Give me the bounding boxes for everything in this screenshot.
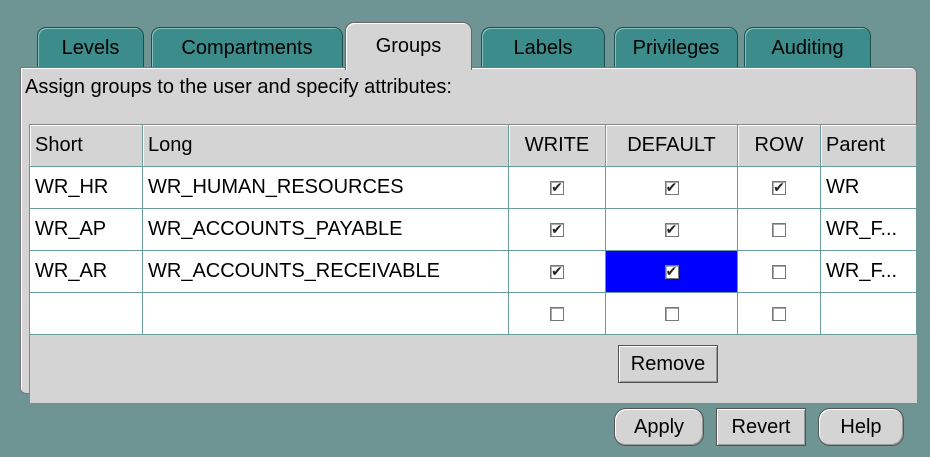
checkmark-icon: ✔ [665, 179, 678, 196]
column-header-short[interactable]: Short [30, 125, 143, 167]
table-row[interactable] [30, 293, 917, 335]
checkmark-icon: ✔ [665, 221, 678, 238]
help-button[interactable]: Help [818, 408, 904, 446]
default-checkbox[interactable] [664, 306, 679, 321]
cell-long[interactable]: WR_ACCOUNTS_PAYABLE [143, 209, 509, 251]
column-header-parent[interactable]: Parent [821, 125, 917, 167]
table-row[interactable]: WR_AP WR_ACCOUNTS_PAYABLE ✔ ✔ WR_F... [30, 209, 917, 251]
checkmark-icon: ✔ [551, 179, 563, 196]
write-checkbox[interactable]: ✔ [550, 221, 564, 238]
tab-compartments-label: Compartments [181, 36, 313, 59]
cell-long[interactable] [143, 293, 509, 335]
cell-write [509, 293, 606, 335]
tab-levels[interactable]: Levels [37, 27, 144, 68]
cell-long[interactable]: WR_ACCOUNTS_RECEIVABLE [143, 251, 509, 293]
cell-parent[interactable]: WR_F... [821, 209, 917, 251]
tab-groups-label: Groups [375, 35, 442, 57]
remove-button[interactable]: Remove [618, 345, 718, 383]
default-checkbox[interactable]: ✔ [664, 263, 679, 280]
tab-groups[interactable]: Groups [345, 22, 472, 70]
column-header-row[interactable]: ROW [738, 125, 821, 167]
write-checkbox[interactable] [550, 306, 564, 321]
default-checkbox[interactable]: ✔ [664, 179, 679, 196]
groups-panel: Assign groups to the user and specify at… [20, 67, 918, 404]
write-checkbox[interactable]: ✔ [550, 263, 564, 280]
tab-auditing[interactable]: Auditing [744, 27, 871, 68]
cell-default: ✔ [606, 209, 738, 251]
row-checkbox[interactable] [772, 264, 786, 279]
tab-privileges[interactable]: Privileges [614, 27, 738, 68]
tab-labels-label: Labels [513, 36, 573, 59]
write-checkbox[interactable]: ✔ [550, 179, 564, 196]
apply-button[interactable]: Apply [614, 408, 704, 446]
revert-button-label: Revert [731, 415, 791, 438]
cell-default: ✔ [606, 167, 738, 209]
cell-parent[interactable]: WR_F... [821, 251, 917, 293]
cell-parent[interactable]: WR [821, 167, 917, 209]
checkmark-icon: ✔ [551, 263, 563, 280]
remove-button-label: Remove [630, 352, 706, 375]
cell-long[interactable]: WR_HUMAN_RESOURCES [143, 167, 509, 209]
cell-default-selected: ✔ [606, 251, 738, 293]
apply-button-label: Apply [633, 415, 685, 438]
default-checkbox[interactable]: ✔ [664, 221, 679, 238]
instruction-text: Assign groups to the user and specify at… [25, 76, 452, 98]
cell-row [738, 251, 821, 293]
row-checkbox[interactable] [772, 222, 786, 237]
cell-write: ✔ [509, 167, 606, 209]
cell-write: ✔ [509, 251, 606, 293]
table-row[interactable]: WR_AR WR_ACCOUNTS_RECEIVABLE ✔ ✔ WR_F... [30, 251, 917, 293]
tab-privileges-label: Privileges [632, 36, 720, 59]
cell-short[interactable]: WR_HR [30, 167, 143, 209]
column-header-long[interactable]: Long [143, 125, 509, 167]
cell-row: ✔ [738, 167, 821, 209]
row-checkbox[interactable]: ✔ [772, 179, 786, 196]
row-checkbox[interactable] [772, 306, 786, 321]
tab-labels[interactable]: Labels [481, 27, 605, 68]
cell-write: ✔ [509, 209, 606, 251]
cell-short[interactable] [30, 293, 143, 335]
column-header-write[interactable]: WRITE [509, 125, 606, 167]
tab-compartments[interactable]: Compartments [151, 27, 343, 68]
column-header-default[interactable]: DEFAULT [606, 125, 738, 167]
help-button-label: Help [840, 415, 882, 438]
tab-levels-label: Levels [61, 36, 120, 59]
checkmark-icon: ✔ [665, 263, 678, 280]
table-header: Short Long WRITE DEFAULT ROW Parent [30, 125, 917, 167]
cell-short[interactable]: WR_AR [30, 251, 143, 293]
tab-auditing-label: Auditing [771, 36, 844, 59]
checkmark-icon: ✔ [773, 179, 785, 196]
checkmark-icon: ✔ [551, 221, 563, 238]
groups-table: Short Long WRITE DEFAULT ROW Parent WR_H… [29, 124, 918, 404]
cell-row [738, 293, 821, 335]
cell-row [738, 209, 821, 251]
revert-button[interactable]: Revert [716, 408, 806, 446]
table-row[interactable]: WR_HR WR_HUMAN_RESOURCES ✔ ✔ ✔ WR [30, 167, 917, 209]
cell-parent[interactable] [821, 293, 917, 335]
cell-short[interactable]: WR_AP [30, 209, 143, 251]
cell-default [606, 293, 738, 335]
